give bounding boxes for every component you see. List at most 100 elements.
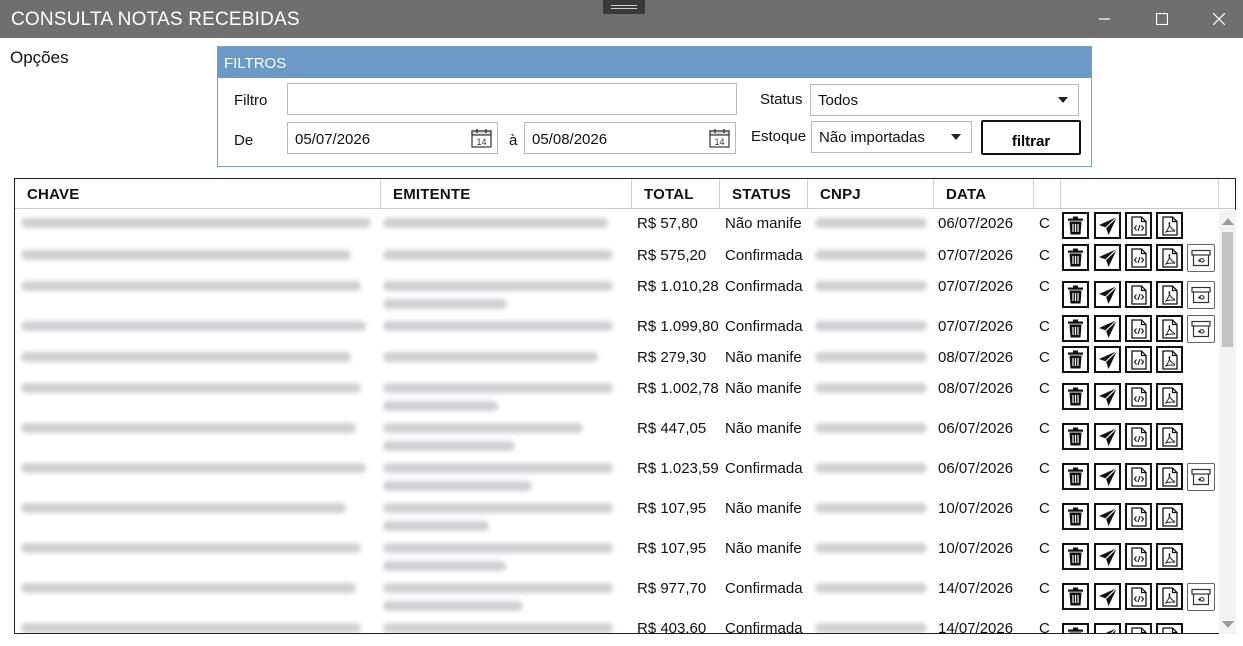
send-button[interactable]: [1094, 623, 1121, 633]
table-row[interactable]: R$ 279,30 Não manife 08/07/2026 C: [15, 344, 1219, 375]
send-button[interactable]: [1094, 543, 1121, 570]
stock-select[interactable]: Não importadas: [811, 121, 972, 153]
column-header-emitente[interactable]: EMITENTE: [381, 179, 632, 209]
storage-button[interactable]: [1187, 281, 1215, 309]
column-header-data[interactable]: DATA: [934, 179, 1034, 209]
storage-button[interactable]: [1187, 244, 1215, 272]
pdf-button[interactable]: [1156, 244, 1183, 271]
table-row[interactable]: R$ 57,80 Não manife 06/07/2026 C: [15, 210, 1219, 242]
send-button[interactable]: [1094, 463, 1121, 490]
column-header-total[interactable]: TOTAL: [632, 179, 720, 209]
table-row[interactable]: R$ 977,70 Confirmada 14/07/2026 C: [15, 575, 1219, 615]
xml-button[interactable]: [1125, 383, 1152, 410]
xml-button[interactable]: [1125, 315, 1152, 342]
drag-handle[interactable]: [603, 0, 645, 14]
scroll-up-icon[interactable]: [1222, 218, 1234, 225]
column-header-flag[interactable]: [1034, 179, 1061, 209]
table-row[interactable]: R$ 1.010,28 Confirmada 07/07/2026 C: [15, 273, 1219, 313]
column-header-status[interactable]: STATUS: [720, 179, 808, 209]
trash-button[interactable]: [1062, 583, 1089, 610]
pdf-icon: [1161, 466, 1178, 487]
pdf-button[interactable]: [1156, 212, 1183, 239]
table-row[interactable]: R$ 1.023,59 Confirmada 06/07/2026 C: [15, 455, 1219, 495]
table-row[interactable]: R$ 1.002,78 Não manife 08/07/2026 C: [15, 375, 1219, 415]
storage-button[interactable]: [1187, 463, 1215, 491]
xml-icon: [1130, 626, 1147, 633]
xml-button[interactable]: [1125, 503, 1152, 530]
trash-button[interactable]: [1062, 623, 1089, 633]
status-cell: Não manife: [725, 349, 802, 366]
send-button[interactable]: [1094, 244, 1121, 271]
send-button[interactable]: [1094, 281, 1121, 308]
redacted-key: [21, 281, 361, 291]
options-menu[interactable]: Opções: [10, 48, 69, 68]
close-button[interactable]: [1190, 0, 1243, 38]
trash-button[interactable]: [1062, 212, 1089, 239]
date-to-picker[interactable]: 05/08/2026 14: [524, 122, 736, 154]
redacted-emitter: [383, 401, 498, 411]
xml-button[interactable]: [1125, 212, 1152, 239]
xml-button[interactable]: [1125, 281, 1152, 308]
scroll-down-icon[interactable]: [1222, 621, 1234, 628]
xml-button[interactable]: [1125, 463, 1152, 490]
pdf-button[interactable]: [1156, 383, 1183, 410]
table-row[interactable]: R$ 447,05 Não manife 06/07/2026 C: [15, 415, 1219, 455]
trash-button[interactable]: [1062, 281, 1089, 308]
trash-button[interactable]: [1062, 423, 1089, 450]
xml-button[interactable]: [1125, 244, 1152, 271]
pdf-button[interactable]: [1156, 281, 1183, 308]
calendar-icon[interactable]: 14: [471, 128, 492, 148]
column-header-cnpj[interactable]: CNPJ: [808, 179, 934, 209]
xml-button[interactable]: [1125, 346, 1152, 373]
pdf-button[interactable]: [1156, 346, 1183, 373]
pdf-button[interactable]: [1156, 463, 1183, 490]
pdf-button[interactable]: [1156, 543, 1183, 570]
storage-button[interactable]: [1187, 315, 1215, 343]
storage-button[interactable]: [1187, 583, 1215, 611]
send-button[interactable]: [1094, 346, 1121, 373]
send-button[interactable]: [1094, 423, 1121, 450]
xml-button[interactable]: [1125, 543, 1152, 570]
minimize-button[interactable]: [1076, 0, 1134, 38]
xml-button[interactable]: [1125, 583, 1152, 610]
trash-button[interactable]: [1062, 503, 1089, 530]
filter-button[interactable]: filtrar: [981, 120, 1081, 155]
date-from-label: De: [234, 132, 254, 149]
xml-button[interactable]: [1125, 623, 1152, 633]
table-row[interactable]: R$ 403,60 Confirmada 14/07/2026 C: [15, 615, 1219, 634]
status-select[interactable]: Todos: [810, 84, 1079, 116]
send-button[interactable]: [1094, 315, 1121, 342]
total-cell: R$ 107,95: [637, 540, 707, 557]
redacted-emitter: [383, 281, 613, 291]
send-button[interactable]: [1094, 503, 1121, 530]
trash-button[interactable]: [1062, 383, 1089, 410]
pdf-button[interactable]: [1156, 623, 1183, 633]
vertical-scrollbar[interactable]: [1219, 210, 1236, 634]
filter-input[interactable]: [287, 83, 737, 115]
send-button[interactable]: [1094, 212, 1121, 239]
trash-button[interactable]: [1062, 346, 1089, 373]
calendar-icon[interactable]: 14: [709, 128, 730, 148]
xml-button[interactable]: [1125, 423, 1152, 450]
table-row[interactable]: R$ 107,95 Não manife 10/07/2026 C: [15, 535, 1219, 575]
table-row[interactable]: R$ 575,20 Confirmada 07/07/2026 C: [15, 242, 1219, 273]
date-from-picker[interactable]: 05/07/2026 14: [287, 122, 498, 154]
trash-button[interactable]: [1062, 543, 1089, 570]
date-cell: 14/07/2026: [938, 620, 1014, 634]
table-row[interactable]: R$ 1.099,80 Confirmada 07/07/2026 C: [15, 313, 1219, 344]
send-icon: [1104, 627, 1117, 633]
send-button[interactable]: [1094, 583, 1121, 610]
maximize-button[interactable]: [1133, 0, 1191, 38]
pdf-button[interactable]: [1156, 315, 1183, 342]
trash-button[interactable]: [1062, 315, 1089, 342]
pdf-button[interactable]: [1156, 423, 1183, 450]
trash-button[interactable]: [1062, 463, 1089, 490]
table-row[interactable]: R$ 107,95 Não manife 10/07/2026 C: [15, 495, 1219, 535]
send-button[interactable]: [1094, 383, 1121, 410]
trash-button[interactable]: [1062, 244, 1089, 271]
scroll-thumb[interactable]: [1222, 232, 1233, 347]
pdf-button[interactable]: [1156, 583, 1183, 610]
pdf-button[interactable]: [1156, 503, 1183, 530]
column-header-chave[interactable]: CHAVE: [15, 179, 381, 209]
redacted-emitter: [383, 299, 507, 309]
